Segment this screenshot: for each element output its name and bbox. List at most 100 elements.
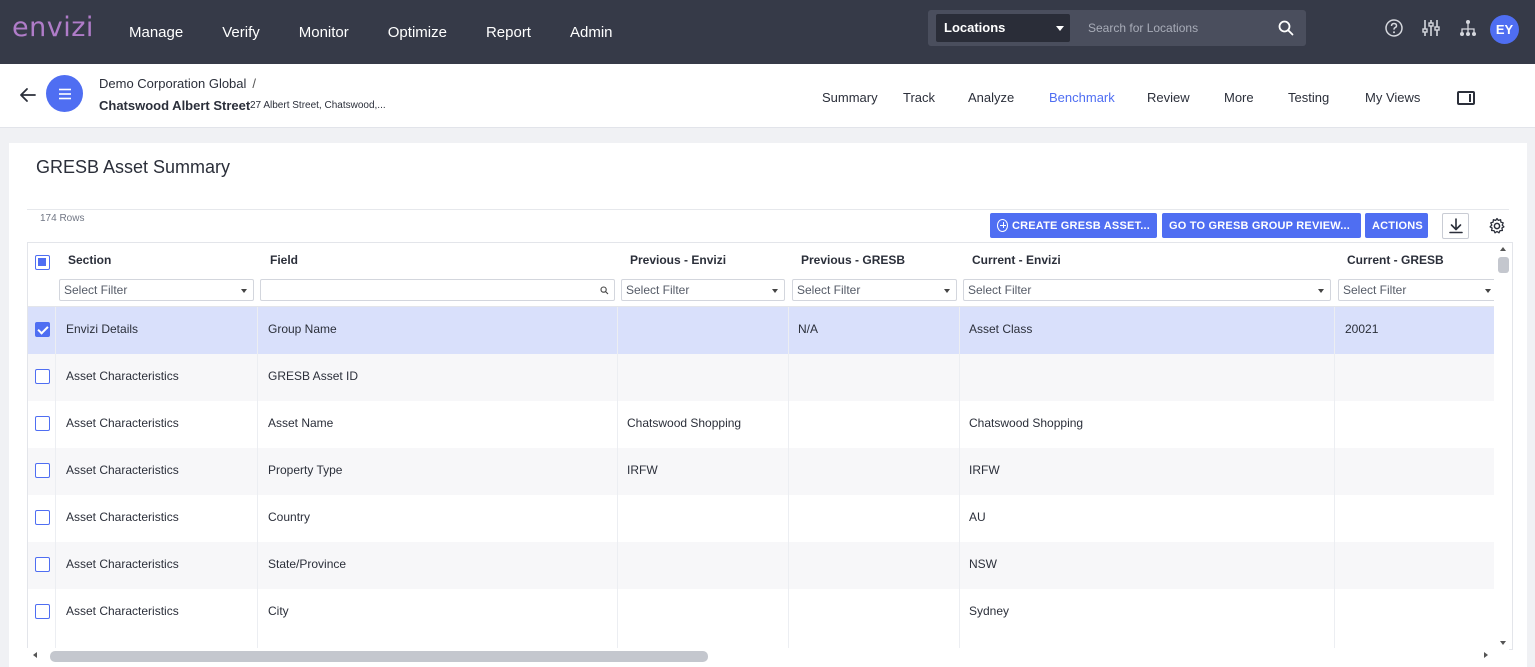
nav-admin[interactable]: Admin	[570, 24, 613, 41]
current-envizi-cell[interactable]: Sydney	[969, 604, 1009, 618]
row-count: 174 Rows	[40, 213, 85, 224]
location-menu-button[interactable]	[46, 75, 83, 112]
sliders-icon[interactable]	[1421, 18, 1441, 38]
breadcrumb-parent[interactable]: Demo Corporation Global	[99, 76, 246, 91]
section-cell[interactable]: Asset Characteristics	[66, 510, 179, 524]
hierarchy-icon[interactable]	[1458, 18, 1478, 38]
scroll-up-icon[interactable]	[1500, 247, 1506, 251]
previous-gresb-cell[interactable]: N/A	[798, 322, 818, 336]
current-gresb-filter-label: Select Filter	[1343, 283, 1407, 297]
table-row[interactable]: Envizi Details Group Name N/A Asset Class 20…	[28, 307, 1494, 354]
column-header-previous-gresb[interactable]: Previous - GRESB	[801, 253, 905, 267]
section-cell[interactable]: Asset Characteristics	[66, 416, 179, 430]
current-envizi-cell[interactable]: IRFW	[969, 463, 1000, 477]
avatar[interactable]: EY	[1490, 15, 1519, 44]
scroll-down-icon[interactable]	[1500, 641, 1506, 645]
divider	[27, 209, 1509, 210]
current-gresb-cell[interactable]: 20021	[1345, 322, 1378, 336]
current-gresb-filter-select[interactable]: Select Filter	[1338, 279, 1498, 301]
current-envizi-filter-label: Select Filter	[968, 283, 1032, 297]
field-cell[interactable]: Country	[268, 510, 310, 524]
section-filter-select[interactable]: Select Filter	[59, 279, 254, 301]
field-cell[interactable]: GRESB Asset ID	[268, 369, 358, 383]
tab-review[interactable]: Review	[1147, 90, 1190, 105]
column-divider	[788, 307, 789, 649]
gresb-group-review-button[interactable]: GO TO GRESB GROUP REVIEW...	[1162, 213, 1361, 238]
download-button[interactable]	[1442, 213, 1469, 239]
table-row[interactable]: Asset Characteristics GRESB Asset ID	[28, 354, 1494, 401]
row-checkbox[interactable]	[35, 510, 50, 525]
table-row[interactable]: Asset Characteristics City Sydney	[28, 589, 1494, 636]
table-row[interactable]: Asset Characteristics State/Province NSW	[28, 542, 1494, 589]
nav-optimize[interactable]: Optimize	[388, 24, 447, 41]
row-checkbox[interactable]	[35, 604, 50, 619]
section-cell[interactable]: Asset Characteristics	[66, 369, 179, 383]
current-envizi-cell[interactable]: AU	[969, 510, 986, 524]
tab-summary[interactable]: Summary	[822, 90, 878, 105]
scroll-left-icon[interactable]	[33, 652, 37, 658]
table-row[interactable]: Asset Characteristics Country AU	[28, 495, 1494, 542]
back-arrow-icon[interactable]	[19, 86, 37, 104]
horizontal-scroll-thumb[interactable]	[50, 651, 708, 662]
field-cell[interactable]: State/Province	[268, 557, 346, 571]
row-checkbox[interactable]	[35, 463, 50, 478]
section-cell[interactable]: Asset Characteristics	[66, 604, 179, 618]
vertical-scroll-thumb[interactable]	[1498, 257, 1509, 273]
tab-track[interactable]: Track	[903, 90, 935, 105]
previous-envizi-cell[interactable]: IRFW	[627, 463, 658, 477]
current-envizi-cell[interactable]: Asset Class	[969, 322, 1032, 336]
row-checkbox[interactable]	[35, 322, 50, 337]
location-search-input[interactable]	[1080, 16, 1270, 40]
nav-manage[interactable]: Manage	[129, 24, 183, 41]
current-envizi-filter-select[interactable]: Select Filter	[963, 279, 1331, 301]
section-cell[interactable]: Asset Characteristics	[66, 463, 179, 477]
vertical-scrollbar[interactable]	[1494, 243, 1512, 649]
location-type-select[interactable]: Locations	[936, 14, 1070, 42]
tab-more[interactable]: More	[1224, 90, 1254, 105]
column-header-previous-envizi[interactable]: Previous - Envizi	[630, 253, 726, 267]
field-cell[interactable]: Property Type	[268, 463, 342, 477]
section-cell[interactable]: Envizi Details	[66, 322, 138, 336]
column-header-field[interactable]: Field	[270, 253, 298, 267]
field-cell[interactable]: City	[268, 604, 289, 618]
column-header-section[interactable]: Section	[68, 253, 111, 267]
current-envizi-cell[interactable]: Chatswood Shopping	[969, 416, 1083, 430]
previous-envizi-cell[interactable]: Chatswood Shopping	[627, 416, 741, 430]
horizontal-scrollbar[interactable]	[27, 648, 1509, 664]
tab-my-views[interactable]: My Views	[1365, 90, 1420, 105]
nav-verify[interactable]: Verify	[222, 24, 260, 41]
row-checkbox[interactable]	[35, 369, 50, 384]
row-checkbox[interactable]	[35, 416, 50, 431]
row-checkbox[interactable]	[35, 557, 50, 572]
panel-icon[interactable]	[1457, 91, 1475, 105]
field-cell[interactable]: Group Name	[268, 322, 337, 336]
column-divider	[257, 307, 258, 649]
tab-testing[interactable]: Testing	[1288, 90, 1329, 105]
tab-benchmark[interactable]: Benchmark	[1049, 90, 1115, 105]
field-filter-input[interactable]	[260, 279, 615, 301]
top-icons	[1384, 18, 1495, 38]
scroll-right-icon[interactable]	[1484, 652, 1488, 658]
help-icon[interactable]	[1384, 18, 1404, 38]
tab-analyze[interactable]: Analyze	[968, 90, 1014, 105]
nav-monitor[interactable]: Monitor	[299, 24, 349, 41]
actions-button[interactable]: ACTIONS	[1365, 213, 1428, 238]
column-header-current-envizi[interactable]: Current - Envizi	[972, 253, 1061, 267]
column-header-current-gresb[interactable]: Current - GRESB	[1347, 253, 1444, 267]
settings-button[interactable]	[1483, 213, 1510, 239]
search-icon[interactable]	[1278, 20, 1294, 36]
select-all-checkbox[interactable]	[35, 255, 50, 270]
current-envizi-cell[interactable]: NSW	[969, 557, 997, 571]
nav-report[interactable]: Report	[486, 24, 531, 41]
table-row[interactable]: Asset Characteristics Property Type IRFW IR…	[28, 448, 1494, 495]
previous-gresb-filter-select[interactable]: Select Filter	[792, 279, 957, 301]
field-cell[interactable]: Asset Name	[268, 416, 333, 430]
create-gresb-asset-button[interactable]: CREATE GRESB ASSET...	[990, 213, 1157, 238]
table-row[interactable]: Asset Characteristics Asset Name Chatswood…	[28, 401, 1494, 448]
section-cell[interactable]: Asset Characteristics	[66, 557, 179, 571]
location-type-label: Locations	[944, 20, 1006, 35]
envizi-logo[interactable]: envizi	[12, 12, 94, 43]
previous-envizi-filter-select[interactable]: Select Filter	[621, 279, 785, 301]
breadcrumb: Demo Corporation Global /	[99, 76, 256, 91]
gear-icon	[1488, 217, 1505, 234]
